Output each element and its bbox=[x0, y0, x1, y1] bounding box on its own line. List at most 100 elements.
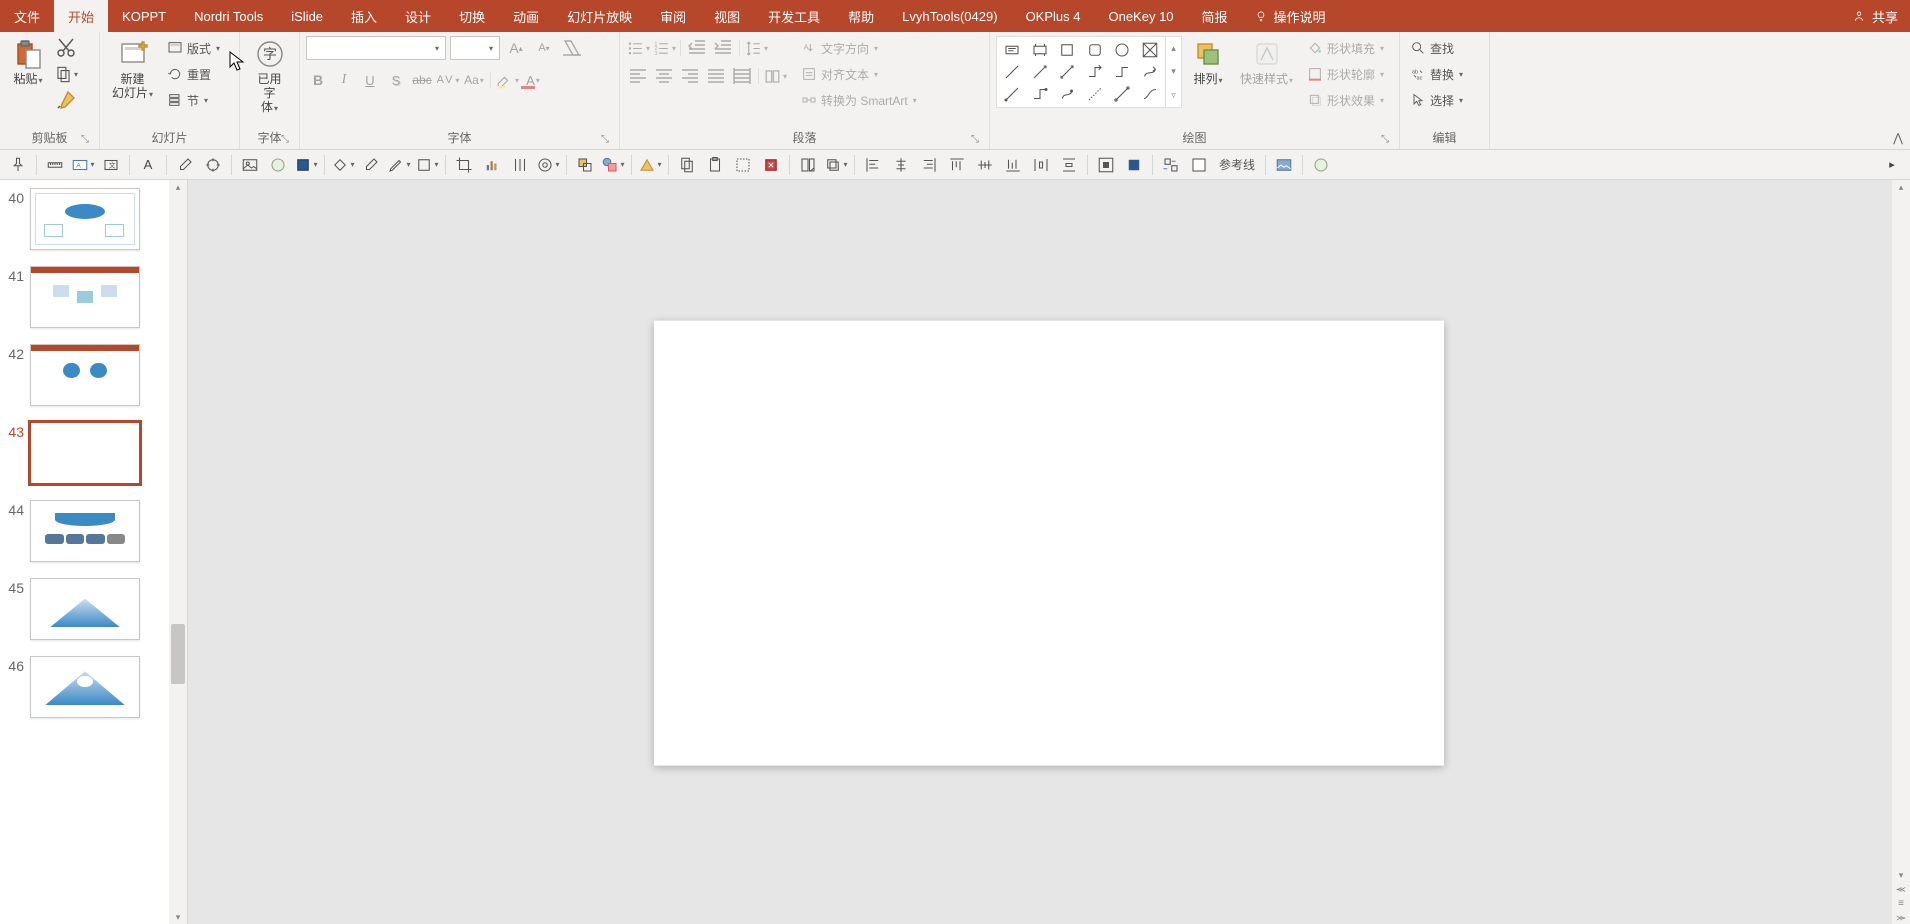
qat-align-bottom[interactable] bbox=[1001, 153, 1025, 177]
tab-onekey[interactable]: OneKey 10 bbox=[1094, 0, 1187, 32]
spacing-button[interactable]: AV▾ bbox=[436, 68, 460, 92]
shrink-font-button[interactable]: A▾ bbox=[532, 36, 556, 60]
used-font-button[interactable]: 字 已用字 体▾ bbox=[246, 36, 293, 118]
tab-insert[interactable]: 插入 bbox=[337, 0, 391, 32]
tab-animation[interactable]: 动画 bbox=[499, 0, 553, 32]
prev-slide-nav[interactable]: ⪻ bbox=[1892, 882, 1910, 896]
outdent-button[interactable] bbox=[685, 36, 709, 60]
italic-button[interactable]: I bbox=[332, 68, 356, 92]
slide-thumbnail-46[interactable]: 46 bbox=[0, 648, 187, 726]
qat-donut[interactable]: ▾ bbox=[536, 153, 560, 177]
tab-design[interactable]: 设计 bbox=[391, 0, 445, 32]
qat-ruler[interactable] bbox=[43, 153, 67, 177]
cut-button[interactable] bbox=[54, 36, 78, 60]
qat-bring-front[interactable] bbox=[573, 153, 597, 177]
select-button[interactable]: 选择▾ bbox=[1406, 88, 1467, 112]
clear-format-button[interactable] bbox=[560, 36, 584, 60]
reset-button[interactable]: 重置 bbox=[163, 62, 224, 86]
replace-button[interactable]: abac替换▾ bbox=[1406, 62, 1467, 86]
strike-button[interactable]: abc bbox=[410, 68, 434, 92]
slide-thumbnail-42[interactable]: 42 bbox=[0, 336, 187, 414]
qat-selpane[interactable] bbox=[796, 153, 820, 177]
qat-pastespecial[interactable] bbox=[703, 153, 727, 177]
qat-align-right[interactable] bbox=[917, 153, 941, 177]
font-color-button[interactable]: A▾ bbox=[521, 68, 545, 92]
usedfont-dialog-launcher[interactable]: ⤡ bbox=[279, 134, 291, 146]
align-text-button[interactable]: 对齐文本▾ bbox=[797, 62, 921, 86]
section-button[interactable]: 节▾ bbox=[163, 88, 224, 112]
qat-fillcolor[interactable]: ▾ bbox=[294, 153, 318, 177]
font-size-combo[interactable]: ▾ bbox=[450, 36, 500, 60]
columns-button[interactable]: ▾ bbox=[763, 64, 787, 88]
shapes-gallery[interactable] bbox=[996, 36, 1166, 108]
tab-view[interactable]: 视图 bbox=[700, 0, 754, 32]
qat-square[interactable] bbox=[1122, 153, 1146, 177]
shape-effects-button[interactable]: 形状效果▾ bbox=[1303, 88, 1388, 112]
bullets-button[interactable]: ▾ bbox=[626, 36, 650, 60]
arrange-button[interactable]: 排列▾ bbox=[1186, 36, 1230, 90]
tab-file[interactable]: 文件 bbox=[0, 0, 54, 32]
qat-align-center[interactable] bbox=[889, 153, 913, 177]
quick-style-button[interactable]: 快速样式▾ bbox=[1234, 36, 1299, 90]
current-slide[interactable] bbox=[654, 321, 1444, 766]
qat-circle[interactable] bbox=[266, 153, 290, 177]
paste-button[interactable]: 粘贴▾ bbox=[6, 36, 50, 90]
align-left-button[interactable] bbox=[626, 64, 650, 88]
collapse-ribbon-button[interactable]: ⋀ bbox=[1890, 131, 1906, 147]
qat-eyedrop1[interactable] bbox=[173, 153, 197, 177]
qat-overflow[interactable]: ▸ bbox=[1880, 153, 1904, 177]
format-painter-button[interactable] bbox=[54, 88, 78, 112]
tab-brief[interactable]: 简报 bbox=[1188, 0, 1242, 32]
qat-delete[interactable] bbox=[759, 153, 783, 177]
qat-align-middle[interactable] bbox=[973, 153, 997, 177]
qat-pin[interactable] bbox=[6, 153, 30, 177]
shadow-button[interactable]: S bbox=[384, 68, 408, 92]
copy-button[interactable]: ▾ bbox=[54, 62, 78, 86]
highlight-button[interactable]: ▾ bbox=[495, 68, 519, 92]
canvas-scrollbar[interactable]: ▴ ▾ ⪻ ≡ ⪼ bbox=[1892, 180, 1910, 924]
qat-align-left[interactable] bbox=[861, 153, 885, 177]
tab-slideshow[interactable]: 幻灯片放映 bbox=[553, 0, 646, 32]
shape-outline-button[interactable]: 形状轮廓▾ bbox=[1303, 62, 1388, 86]
qat-shape[interactable]: ▾ bbox=[415, 153, 439, 177]
numbering-button[interactable]: 123▾ bbox=[652, 36, 676, 60]
tab-nordri[interactable]: Nordri Tools bbox=[180, 0, 277, 32]
next-slide-nav[interactable]: ⪼ bbox=[1892, 910, 1910, 924]
bold-button[interactable]: B bbox=[306, 68, 330, 92]
tell-me[interactable]: 操作说明 bbox=[1242, 0, 1338, 32]
slide-thumbnail-41[interactable]: 41 bbox=[0, 258, 187, 336]
align-center-button[interactable] bbox=[652, 64, 676, 88]
qat-textframe[interactable]: 文 bbox=[99, 153, 123, 177]
qat-dist-v[interactable] bbox=[1057, 153, 1081, 177]
shape-fill-button[interactable]: 形状填充▾ bbox=[1303, 36, 1388, 60]
tab-islide[interactable]: iSlide bbox=[277, 0, 337, 32]
slide-thumbnail-45[interactable]: 45 bbox=[0, 570, 187, 648]
qat-dist-h[interactable] bbox=[1029, 153, 1053, 177]
qat-textbox[interactable]: A▾ bbox=[71, 153, 95, 177]
clipboard-dialog-launcher[interactable]: ⤡ bbox=[79, 134, 91, 146]
tab-help[interactable]: 帮助 bbox=[834, 0, 888, 32]
qat-grid[interactable] bbox=[508, 153, 532, 177]
qat-picture[interactable] bbox=[238, 153, 262, 177]
distributed-button[interactable] bbox=[730, 64, 754, 88]
qat-pen[interactable]: ▾ bbox=[387, 153, 411, 177]
slide-nav-menu[interactable]: ≡ bbox=[1892, 896, 1910, 910]
indent-button[interactable] bbox=[711, 36, 735, 60]
qat-checkbox[interactable] bbox=[1187, 153, 1211, 177]
qat-bucket[interactable]: ▾ bbox=[331, 153, 355, 177]
qat-shapes2[interactable]: ▾ bbox=[601, 153, 625, 177]
tab-lvyhtools[interactable]: LvyhTools(0429) bbox=[888, 0, 1011, 32]
line-spacing-button[interactable]: ▾ bbox=[744, 36, 768, 60]
tab-home[interactable]: 开始 bbox=[54, 0, 108, 32]
find-button[interactable]: 查找 bbox=[1406, 36, 1467, 60]
qat-target[interactable] bbox=[201, 153, 225, 177]
change-case-button[interactable]: Aa▾ bbox=[462, 68, 486, 92]
new-slide-button[interactable]: 新建 幻灯片▾ bbox=[106, 36, 159, 104]
slide-thumbnail-pane[interactable]: 40414243444546 ▴ ▾ bbox=[0, 180, 188, 924]
justify-button[interactable] bbox=[704, 64, 728, 88]
layout-button[interactable]: 版式▾ bbox=[163, 36, 224, 60]
qat-crop[interactable] bbox=[452, 153, 476, 177]
slide-canvas-area[interactable]: ▴ ▾ ⪻ ≡ ⪼ bbox=[188, 180, 1910, 924]
qat-layers[interactable]: ▾ bbox=[824, 153, 848, 177]
shapes-gallery-scroll[interactable]: ▴▾▿ bbox=[1166, 36, 1182, 108]
